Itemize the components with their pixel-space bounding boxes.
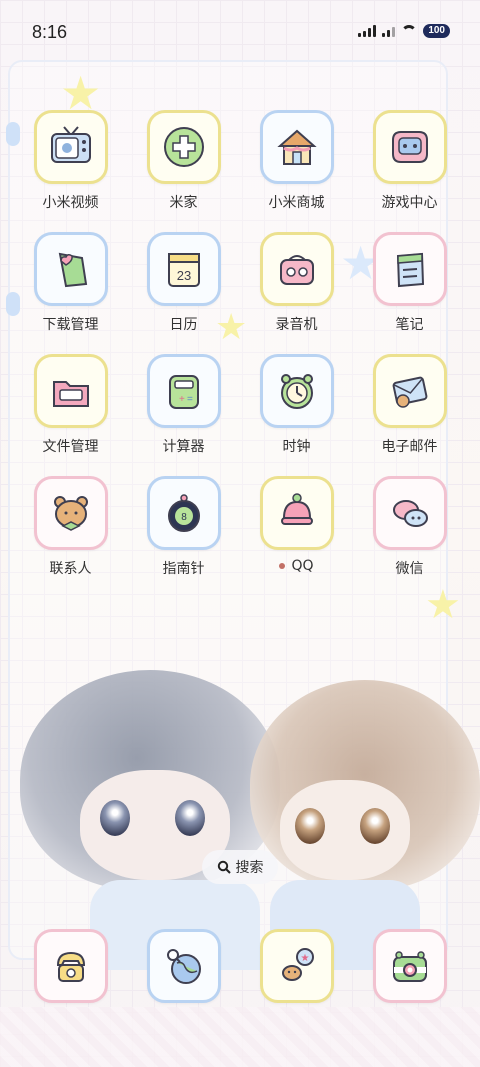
app-label: 游戏中心 [381, 195, 438, 211]
dock-phone[interactable] [21, 929, 121, 1009]
browser-globe-icon[interactable] [146, 929, 221, 1003]
eye [100, 800, 130, 836]
wechat-icon[interactable] [372, 476, 447, 550]
character-face-right [280, 780, 410, 880]
phone-icon[interactable] [33, 929, 108, 1003]
app-clock[interactable]: 时钟 [247, 354, 347, 476]
app-game-center[interactable]: 游戏中心 [360, 110, 460, 232]
app-label: 计算器 [162, 439, 205, 455]
app-row: 小米视频 米家 小米商城 游戏中心 [0, 110, 480, 232]
app-wechat[interactable]: 微信 [360, 476, 460, 598]
svg-text:=: = [187, 394, 193, 405]
app-label: 小米视频 [42, 195, 99, 211]
search-label: 搜索 [235, 860, 264, 876]
compass-icon[interactable]: 8 [146, 476, 221, 550]
dock-messages[interactable]: ★ [247, 929, 347, 1009]
new-notification-dot [279, 563, 286, 569]
app-email[interactable]: 电子邮件 [360, 354, 460, 476]
app-label: 指南针 [162, 561, 205, 577]
dock: ★ [0, 929, 480, 1009]
chibi-illustration [0, 650, 480, 970]
app-calendar[interactable]: 23 日历 [134, 232, 234, 354]
app-label: 下载管理 [42, 317, 99, 333]
app-label: 录音机 [275, 317, 318, 333]
app-label: 微信 [395, 561, 424, 577]
dock-browser[interactable] [134, 929, 234, 1009]
app-label: 日历 [169, 317, 198, 333]
app-label: 文件管理 [42, 439, 99, 455]
app-download-manager[interactable]: 下载管理 [21, 232, 121, 354]
messages-icon[interactable]: ★ [259, 929, 334, 1003]
svg-text:8: 8 [181, 512, 187, 523]
status-bar: 8:16 100 [0, 0, 480, 60]
svg-text:+: + [179, 394, 185, 405]
svg-text:★: ★ [300, 953, 309, 964]
eye [175, 800, 205, 836]
app-mi-store[interactable]: 小米商城 [247, 110, 347, 232]
app-label: 时钟 [282, 439, 311, 455]
app-notes[interactable]: 笔记 [360, 232, 460, 354]
qq-icon[interactable] [259, 476, 334, 550]
app-row: 联系人 8 指南针 QQ 微信 [0, 476, 480, 598]
app-label-text: QQ [291, 558, 314, 574]
recorder-icon[interactable] [259, 232, 334, 306]
svg-text:23: 23 [176, 268, 190, 283]
app-label: 米家 [169, 195, 198, 211]
mail-icon[interactable] [372, 354, 447, 428]
calendar-icon[interactable]: 23 [146, 232, 221, 306]
eye [360, 808, 390, 844]
status-time: 8:16 [32, 22, 68, 42]
app-calculator[interactable]: + = 计算器 [134, 354, 234, 476]
search-icon [217, 860, 231, 874]
app-compass[interactable]: 8 指南针 [134, 476, 234, 598]
app-label: 笔记 [395, 317, 424, 333]
house-shop-icon[interactable] [259, 110, 334, 184]
dock-camera[interactable] [360, 929, 460, 1009]
wallpaper-bottom-pattern [0, 1007, 480, 1067]
app-row: 下载管理 23 日历 录音机 笔记 [0, 232, 480, 354]
signal-icon [382, 25, 396, 37]
app-label: QQ [279, 558, 314, 574]
notes-icon[interactable] [372, 232, 447, 306]
tv-icon[interactable] [33, 110, 108, 184]
camera-icon[interactable] [372, 929, 447, 1003]
app-file-manager[interactable]: 文件管理 [21, 354, 121, 476]
app-mi-video[interactable]: 小米视频 [21, 110, 121, 232]
clock-icon[interactable] [259, 354, 334, 428]
app-mijia[interactable]: 米家 [134, 110, 234, 232]
mijia-icon[interactable] [146, 110, 221, 184]
battery-icon: 100 [423, 24, 450, 38]
bear-contact-icon[interactable] [33, 476, 108, 550]
app-qq[interactable]: QQ [247, 476, 347, 598]
status-icons: 100 [358, 24, 450, 38]
wifi-icon [401, 25, 418, 37]
app-row: 文件管理 + = 计算器 时钟 电子邮件 [0, 354, 480, 476]
signal-icon [358, 25, 377, 37]
home-search-button[interactable]: 搜索 [202, 850, 278, 884]
app-label: 电子邮件 [381, 439, 438, 455]
app-contacts[interactable]: 联系人 [21, 476, 121, 598]
eye [295, 808, 325, 844]
download-heart-icon[interactable] [33, 232, 108, 306]
calculator-icon[interactable]: + = [146, 354, 221, 428]
app-grid: 小米视频 米家 小米商城 游戏中心 下载管理 23 日历 录音机 笔记 文件管理… [0, 110, 480, 598]
app-recorder[interactable]: 录音机 [247, 232, 347, 354]
gamepad-icon[interactable] [372, 110, 447, 184]
folder-icon[interactable] [33, 354, 108, 428]
app-label: 联系人 [49, 561, 92, 577]
app-label: 小米商城 [268, 195, 325, 211]
